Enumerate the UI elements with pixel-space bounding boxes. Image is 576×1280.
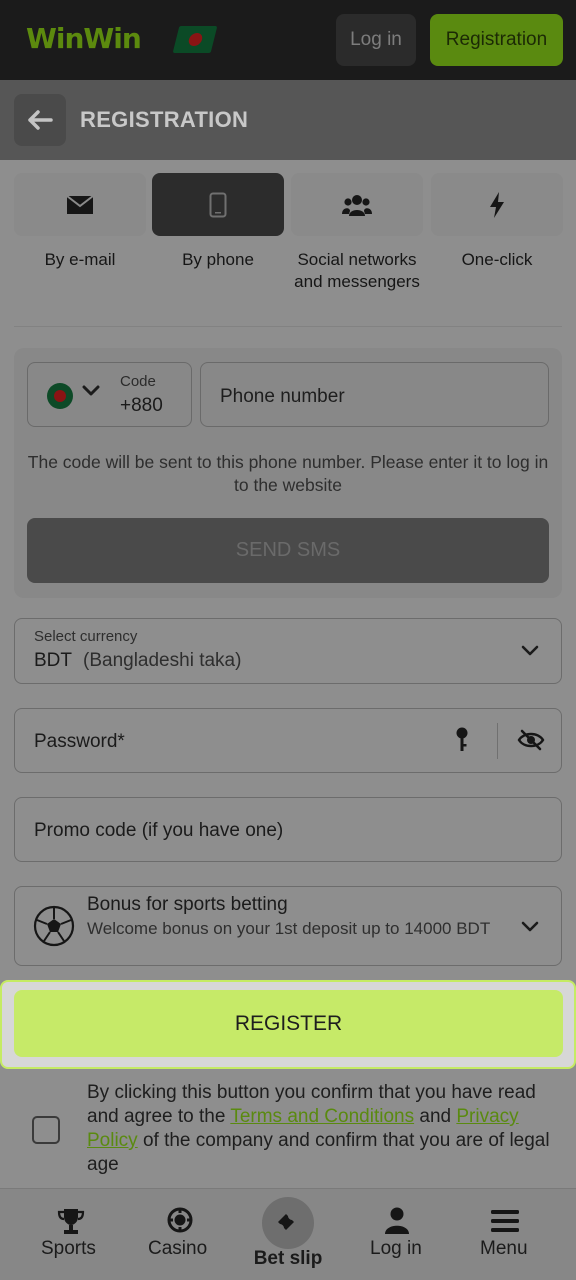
envelope-icon [66,194,94,214]
key-icon[interactable] [455,727,469,753]
people-icon [342,194,372,216]
trophy-icon [57,1209,85,1234]
nav-sports[interactable]: Sports [30,1189,112,1280]
nav-bet-slip-label: Bet slip [253,1248,323,1269]
chevron-down-icon [521,921,539,932]
bonus-description: Welcome bonus on your 1st deposit up to … [87,919,491,938]
lightning-icon [490,191,504,218]
nav-menu-label: Menu [480,1238,528,1259]
country-code-selector[interactable]: Code +880 [27,362,192,427]
nav-menu[interactable]: Menu [470,1189,540,1280]
user-icon [385,1207,409,1234]
bangladesh-flag-icon [47,383,73,409]
code-value: +880 [120,395,163,416]
nav-login[interactable]: Log in [360,1189,432,1280]
terms-text-part: of the company and confirm that you are … [87,1130,550,1175]
nav-login-label: Log in [370,1238,422,1259]
top-header: WinWin Log in Registration [0,0,576,80]
tab-one-click[interactable] [431,173,563,236]
nav-casino-label: Casino [148,1238,208,1259]
chevron-down-icon [521,645,539,656]
eye-slash-icon[interactable] [517,729,545,751]
ticket-icon [278,1214,294,1230]
password-field[interactable]: Password* [14,708,562,773]
bangladesh-flag-icon [172,26,218,53]
soccer-ball-icon [33,905,75,947]
casino-chip-icon [167,1207,193,1233]
promo-code-input[interactable]: Promo code (if you have one) [14,797,562,862]
registration-button[interactable]: Registration [430,14,563,66]
register-button[interactable]: REGISTER [14,990,563,1057]
tab-label-one-click: One-click [461,250,533,269]
back-button[interactable] [14,94,66,146]
password-placeholder: Password* [34,731,125,752]
tab-by-email[interactable] [14,173,146,236]
nav-sports-label: Sports [41,1238,96,1259]
winwin-logo[interactable]: WinWin [26,22,142,55]
tab-label-phone: By phone [182,250,254,269]
bonus-select[interactable]: Bonus for sports betting Welcome bonus o… [14,886,562,966]
terms-text: By clicking this button you confirm that… [87,1081,557,1177]
nav-casino[interactable]: Casino [140,1189,220,1280]
bonus-title: Bonus for sports betting [87,894,288,915]
tab-label-social: Social networks and messengers [294,250,420,291]
promo-placeholder: Promo code (if you have one) [34,820,284,841]
currency-code: BDT [34,650,72,671]
divider [14,326,562,327]
tab-social-networks[interactable] [291,173,423,236]
chevron-down-icon [82,385,100,396]
arrow-left-icon [28,110,53,130]
terms-text-part: and [414,1106,457,1127]
currency-name: (Bangladeshi taka) [83,650,242,671]
page-title: REGISTRATION [80,107,249,132]
phone-icon [209,192,227,217]
currency-label: Select currency [34,628,138,645]
separator [497,723,498,759]
currency-select[interactable]: Select currency BDT (Bangladeshi taka) [14,618,562,684]
login-button[interactable]: Log in [336,14,416,66]
tab-label-email: By e-mail [44,250,116,269]
menu-icon [491,1210,519,1232]
sms-hint-text: The code will be sent to this phone numb… [27,452,549,495]
nav-bet-slip[interactable] [262,1197,314,1249]
code-label: Code [120,373,156,390]
phone-number-placeholder: Phone number [220,386,345,407]
terms-link[interactable]: Terms and Conditions [230,1106,414,1127]
send-sms-button[interactable]: SEND SMS [27,518,549,583]
terms-checkbox[interactable] [32,1116,60,1144]
title-bar: REGISTRATION [0,80,576,160]
tab-by-phone[interactable] [152,173,284,236]
phone-number-input[interactable]: Phone number [200,362,549,427]
register-highlight: REGISTER [0,980,576,1069]
